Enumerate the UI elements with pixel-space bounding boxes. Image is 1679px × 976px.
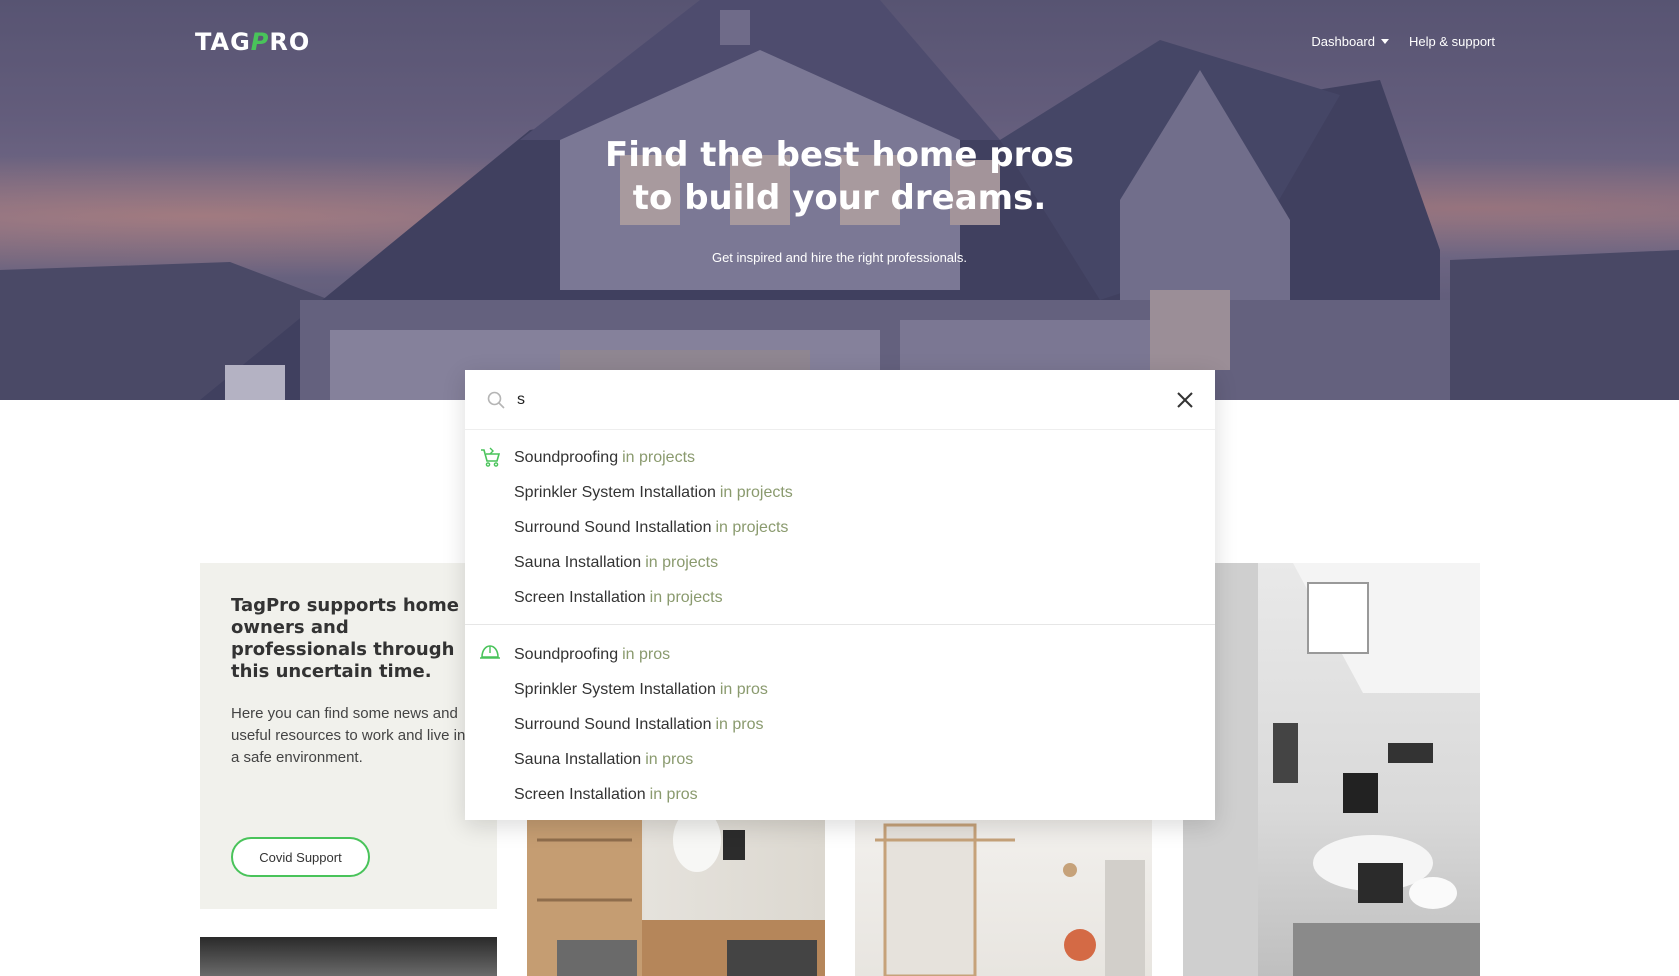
suggestion-project-0[interactable]: Soundproofing in projects (465, 440, 1215, 475)
suggestion-group-pros: Soundproofing in pros Sprinkler System In… (465, 624, 1215, 812)
tagpro-logo[interactable]: TAGPRO (195, 28, 310, 56)
hero-title-line-2: to build your dreams. (632, 178, 1047, 218)
chandelier-room-photo[interactable] (200, 937, 497, 976)
close-icon[interactable] (1175, 390, 1195, 410)
suggestion-pro-4[interactable]: Screen Installation in pros (465, 777, 1215, 812)
hero-subtitle: Get inspired and hire the right professi… (711, 250, 968, 265)
hero-title: Find the best home pros to build your dr… (0, 134, 1679, 220)
hard-hat-icon (480, 645, 500, 659)
covid-card-heading: TagPro supports home owners and professi… (231, 595, 459, 682)
suggestion-project-4[interactable]: Screen Installation in projects (465, 580, 1215, 615)
search-dropdown: Soundproofingin projects Sprinkler Syste… (465, 370, 1215, 820)
suggestion-project-3[interactable]: Sauna Installation in projects (465, 545, 1215, 580)
suggestion-group-projects: Soundproofing in projects Sprinkler Syste… (465, 430, 1215, 624)
nav-dashboard-label: Dashboard (1311, 34, 1375, 49)
covid-support-card: TagPro supports home owners and professi… (200, 563, 497, 909)
nav-dashboard[interactable]: Dashboard (1311, 34, 1389, 49)
suggestion-project-1[interactable]: Sprinkler System Installation in projects (465, 475, 1215, 510)
shower-room-photo[interactable] (855, 800, 1152, 976)
bathroom-vanity-photo[interactable] (527, 800, 825, 976)
suggestion-pro-2[interactable]: Surround Sound Installation in pros (465, 707, 1215, 742)
chevron-down-icon (1381, 39, 1389, 44)
covid-card-body: Here you can find some news and useful r… (231, 705, 466, 766)
vanity-illustration (527, 800, 825, 976)
nav-help-support[interactable]: Help & support (1409, 34, 1495, 49)
hero-title-line-1: Find the best home pros (605, 135, 1074, 175)
suggestion-project-2[interactable]: Surround Sound Installation in projects (465, 510, 1215, 545)
bathroom-illustration (1183, 563, 1480, 976)
suggestion-pro-3[interactable]: Sauna Installation in pros (465, 742, 1215, 777)
top-nav: Dashboard Help & support (1311, 34, 1495, 49)
search-input[interactable] (517, 390, 1117, 409)
hero-banner: TAGPRO Dashboard Help & support Find the… (0, 0, 1679, 400)
shower-illustration (875, 823, 1145, 976)
nav-help-label: Help & support (1409, 34, 1495, 49)
project-cart-icon (481, 447, 501, 467)
suggestion-pro-1[interactable]: Sprinkler System Installation in pros (465, 672, 1215, 707)
search-icon (487, 391, 505, 409)
covid-support-button[interactable]: Covid Support (231, 837, 370, 877)
bathroom-tiles-photo[interactable] (1183, 563, 1480, 976)
search-bar (465, 370, 1215, 430)
suggestion-pro-0[interactable]: Soundproofing in pros (465, 637, 1215, 672)
